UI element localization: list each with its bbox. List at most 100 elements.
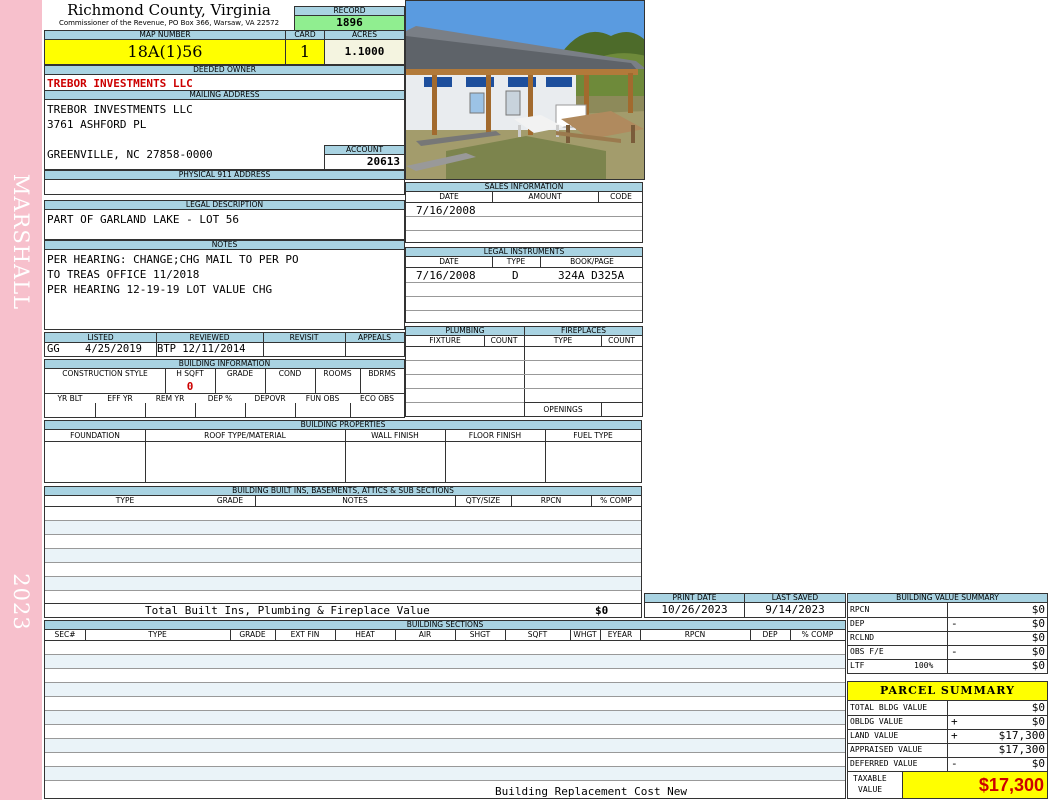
listed-by: GG [47,343,60,355]
instrument-date: 7/16/2008 [416,269,476,282]
sections-col-type: TYPE [148,631,167,639]
listed-label: LISTED [87,334,114,342]
bvs-obs-label: OBS F/E [850,647,884,656]
bi-col-eco-obs: ECO OBS [360,395,394,403]
bi-col-rem-yr: REM YR [155,395,185,403]
ps-obldg-sign: + [951,715,958,728]
photo-illustration [406,1,644,179]
record-number: 1896 [294,15,405,31]
physical-address-box [44,179,405,195]
sales-col-amount: AMOUNT [528,193,562,201]
map-number: 18A(1)56 [44,39,286,65]
instruments-col-bookpage: BOOK/PAGE [570,258,614,266]
bvs-dep-value: $0 [1031,617,1045,630]
reviewed-value: BTP 12/11/2014 [157,343,246,355]
building-properties-table: FOUNDATION ROOF TYPE/MATERIAL WALL FINIS… [44,429,642,483]
legal-description-box: PART OF GARLAND LAKE - LOT 56 [44,209,405,240]
sections-col-eyear: EYEAR [607,631,633,639]
legal-instruments-table: DATE TYPE BOOK/PAGE 7/16/2008 D 324A D32… [405,256,643,323]
bvs-ltf-pct: 100% [914,661,934,670]
bvs-rpcn-value: $0 [1031,603,1045,616]
ps-total-bldg-value: $0 [1031,701,1045,714]
legal-description-text: PART OF GARLAND LAKE - LOT 56 [47,213,240,226]
sales-col-date: DATE [439,193,459,201]
bi-col-dep-pct: DEP % [207,395,233,403]
bvs-rpcn-label: RPCN [850,605,870,614]
fireplaces-col-count: COUNT [608,337,635,345]
bp-col-fuel: FUEL TYPE [573,432,613,440]
sections-col-whgt: WHGT [573,631,597,639]
plumbing-col-fixture: FIXTURE [429,337,461,345]
bi-col-eff-yr: EFF YR [107,395,133,403]
taxable-value-label-box: TAXABLE VALUE [847,771,903,799]
bi-hsqft-value: 0 [186,380,194,393]
builtins-col-notes: NOTES [342,497,368,505]
building-information-table: CONSTRUCTION STYLE H SQFT GRADE COND ROO… [44,368,405,418]
sections-col-heat: HEAT [355,631,375,639]
mailing-line-2: 3761 ASHFORD PL [47,118,147,131]
ps-deferred-value: $0 [1031,757,1045,770]
sections-col-sqft: SQFT [527,631,548,639]
notes-line-1: PER HEARING: CHANGE;CHG MAIL TO PER PO [47,253,299,266]
bi-col-yr-blt: YR BLT [57,395,83,403]
plumbing-col-count: COUNT [490,337,518,345]
sales-information-table: DATE AMOUNT CODE 7/16/2008 [405,191,643,243]
bi-col-construction-style: CONSTRUCTION STYLE [62,370,148,378]
building-sections-table: SEC# TYPE GRADE EXT FIN HEAT AIR SHGT SQ… [44,629,846,799]
sections-col-grade: GRADE [239,631,266,639]
ps-land-value: $17,300 [998,729,1045,742]
builtins-col-comp: % COMP [600,497,632,505]
sales-col-code: CODE [610,193,632,201]
instruments-col-date: DATE [439,258,459,266]
plumbing-fireplaces-table: FIXTURE COUNT TYPE COUNT OPENINGS [405,335,643,417]
bvs-ltf-value: $0 [1031,659,1045,672]
ps-land-sign: + [951,729,958,742]
ps-appraised-value: $17,300 [998,743,1045,756]
bi-col-rooms: ROOMS [323,370,352,378]
builtins-col-type: TYPE [115,497,135,505]
account-number: 20613 [324,154,405,170]
parcel-summary-title: PARCEL SUMMARY [847,681,1048,701]
notes-line-2: TO TREAS OFFICE 11/2018 [47,268,200,281]
listed-date: 4/25/2019 [85,343,142,355]
ps-appraised-label: APPRAISED VALUE [850,745,923,754]
bvs-ltf-label: LTF [850,661,865,670]
deeded-owner-box: TREBOR INVESTMENTS LLC [44,74,405,91]
acres-value: 1.1000 [324,39,405,65]
print-date: 10/26/2023 [644,602,745,618]
builtins-col-qty: QTY/SIZE [465,497,501,505]
appeals-label: APPEALS [358,334,391,342]
tax-year: 2023 [9,573,33,631]
county-title: Richmond County, Virginia [67,1,271,19]
bp-col-floor: FLOOR FINISH [468,432,522,440]
instruments-col-type: TYPE [506,258,526,266]
bi-col-bdrms: BDRMS [368,370,396,378]
ps-obldg-label: OBLDG VALUE [850,717,903,726]
builtins-total-label: Total Built Ins, Plumbing & Fireplace Va… [145,604,430,617]
bvs-dep-sign: - [951,617,958,630]
parcel-summary-table: TOTAL BLDG VALUE $0 OBLDG VALUE + $0 LAN… [847,700,1048,772]
sections-col-dep: DEP [762,631,778,639]
bp-col-foundation: FOUNDATION [70,432,120,440]
ps-land-label: LAND VALUE [850,731,899,740]
district-sidebar: MARSHALL 2023 [0,0,42,800]
building-value-summary-table: RPCN $0 DEP - $0 RCLND $0 OBS F/E - $0 L… [847,602,1048,674]
bvs-rclnd-label: RCLND [850,633,875,642]
card-number: 1 [285,39,325,65]
bp-col-roof: ROOF TYPE/MATERIAL [204,432,286,440]
builtins-col-rpcn: RPCN [540,497,562,505]
built-ins-table: TYPE GRADE NOTES QTY/SIZE RPCN % COMP To… [44,495,642,618]
reviewed-label: REVIEWED [189,334,230,342]
mailing-line-3: GREENVILLE, NC 27858-0000 [47,148,213,161]
sections-col-extfin: EXT FIN [290,631,320,639]
ps-obldg-value: $0 [1031,715,1045,728]
sections-footer: Building Replacement Cost New [495,785,688,798]
instrument-bookpage: 324A D325A [558,269,625,282]
builtins-total-value: $0 [595,604,609,617]
taxable-label-2: VALUE [858,785,883,794]
district-name: MARSHALL [9,173,33,311]
builtins-col-grade: GRADE [216,497,244,505]
sections-col-rpcn: RPCN [684,631,706,639]
property-photo [405,0,645,180]
bi-col-grade: GRADE [226,370,254,378]
